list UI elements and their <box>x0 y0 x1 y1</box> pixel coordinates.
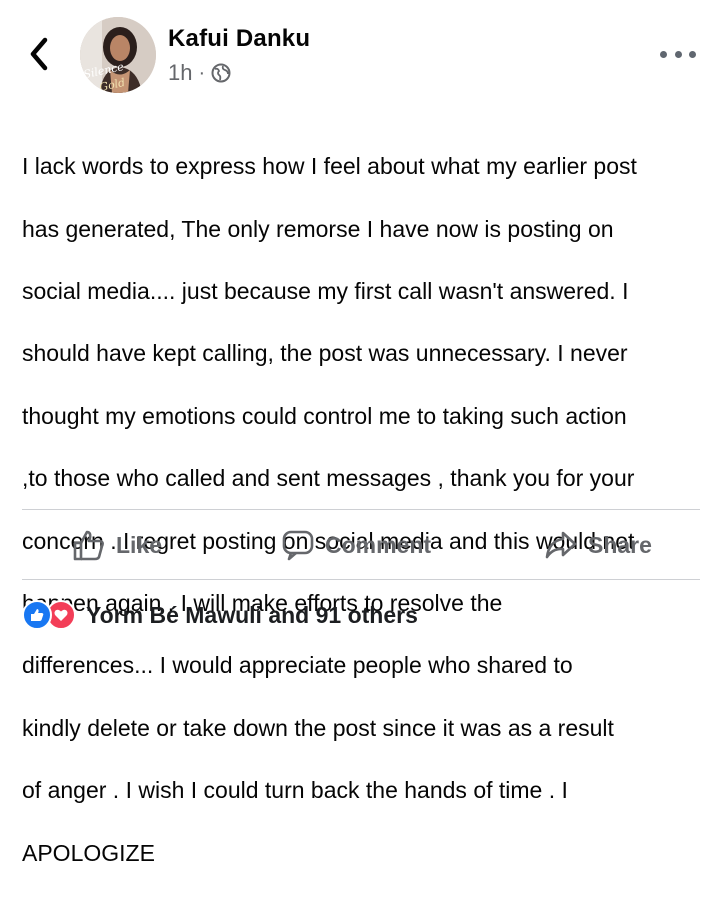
comment-label: Comment <box>325 531 432 558</box>
more-horizontal-icon-dot <box>674 50 682 58</box>
comment-bubble-icon <box>282 530 314 561</box>
share-arrow-icon <box>545 531 577 559</box>
chevron-left-icon <box>30 37 48 71</box>
more-options-button[interactable] <box>660 44 696 64</box>
back-button[interactable] <box>22 32 56 76</box>
post-line: should have kept calling, the post was u… <box>22 340 628 367</box>
reaction-count-text[interactable]: Yorm Bé Mawuli and 91 others <box>86 602 418 629</box>
divider <box>22 579 700 580</box>
post-line: thought my emotions could control me to … <box>22 402 627 429</box>
post-line: APOLOGIZE <box>22 839 155 866</box>
post-line: kindly delete or take down the post sinc… <box>22 714 614 741</box>
action-bar: Like Comment Share <box>0 512 720 578</box>
timestamp[interactable]: 1h <box>168 60 192 86</box>
post-text: I lack words to express how I feel about… <box>22 120 707 900</box>
post-header: Silence Gold Kafui Danku 1h · <box>0 0 720 110</box>
post-line: ,to those who called and sent messages ,… <box>22 465 635 492</box>
author-name[interactable]: Kafui Danku <box>168 25 310 53</box>
share-button[interactable]: Share <box>544 526 652 564</box>
more-horizontal-icon-dot <box>660 50 667 58</box>
divider <box>22 509 700 510</box>
avatar[interactable]: Silence Gold <box>80 17 156 93</box>
avatar-image: Silence Gold <box>80 17 156 93</box>
like-label: Like <box>116 531 163 558</box>
more-horizontal-icon-dot <box>689 50 696 58</box>
meta-separator: · <box>198 62 206 84</box>
post-meta: 1h · <box>168 60 231 86</box>
share-label: Share <box>588 531 652 558</box>
reactions-summary[interactable]: Yorm Bé Mawuli and 91 others <box>22 598 418 632</box>
comment-button[interactable]: Comment <box>281 526 431 564</box>
like-button[interactable]: Like <box>72 526 162 564</box>
post-line: has generated, The only remorse I have n… <box>22 215 614 242</box>
post-line: differences... I would appreciate people… <box>22 652 573 679</box>
post-line: social media.... just because my first c… <box>22 278 629 305</box>
post-line: of anger . I wish I could turn back the … <box>22 777 568 804</box>
globe-icon <box>211 63 231 83</box>
post-line: I lack words to express how I feel about… <box>22 153 637 180</box>
thumbs-up-icon <box>73 530 104 561</box>
like-reaction-icon <box>22 600 52 630</box>
